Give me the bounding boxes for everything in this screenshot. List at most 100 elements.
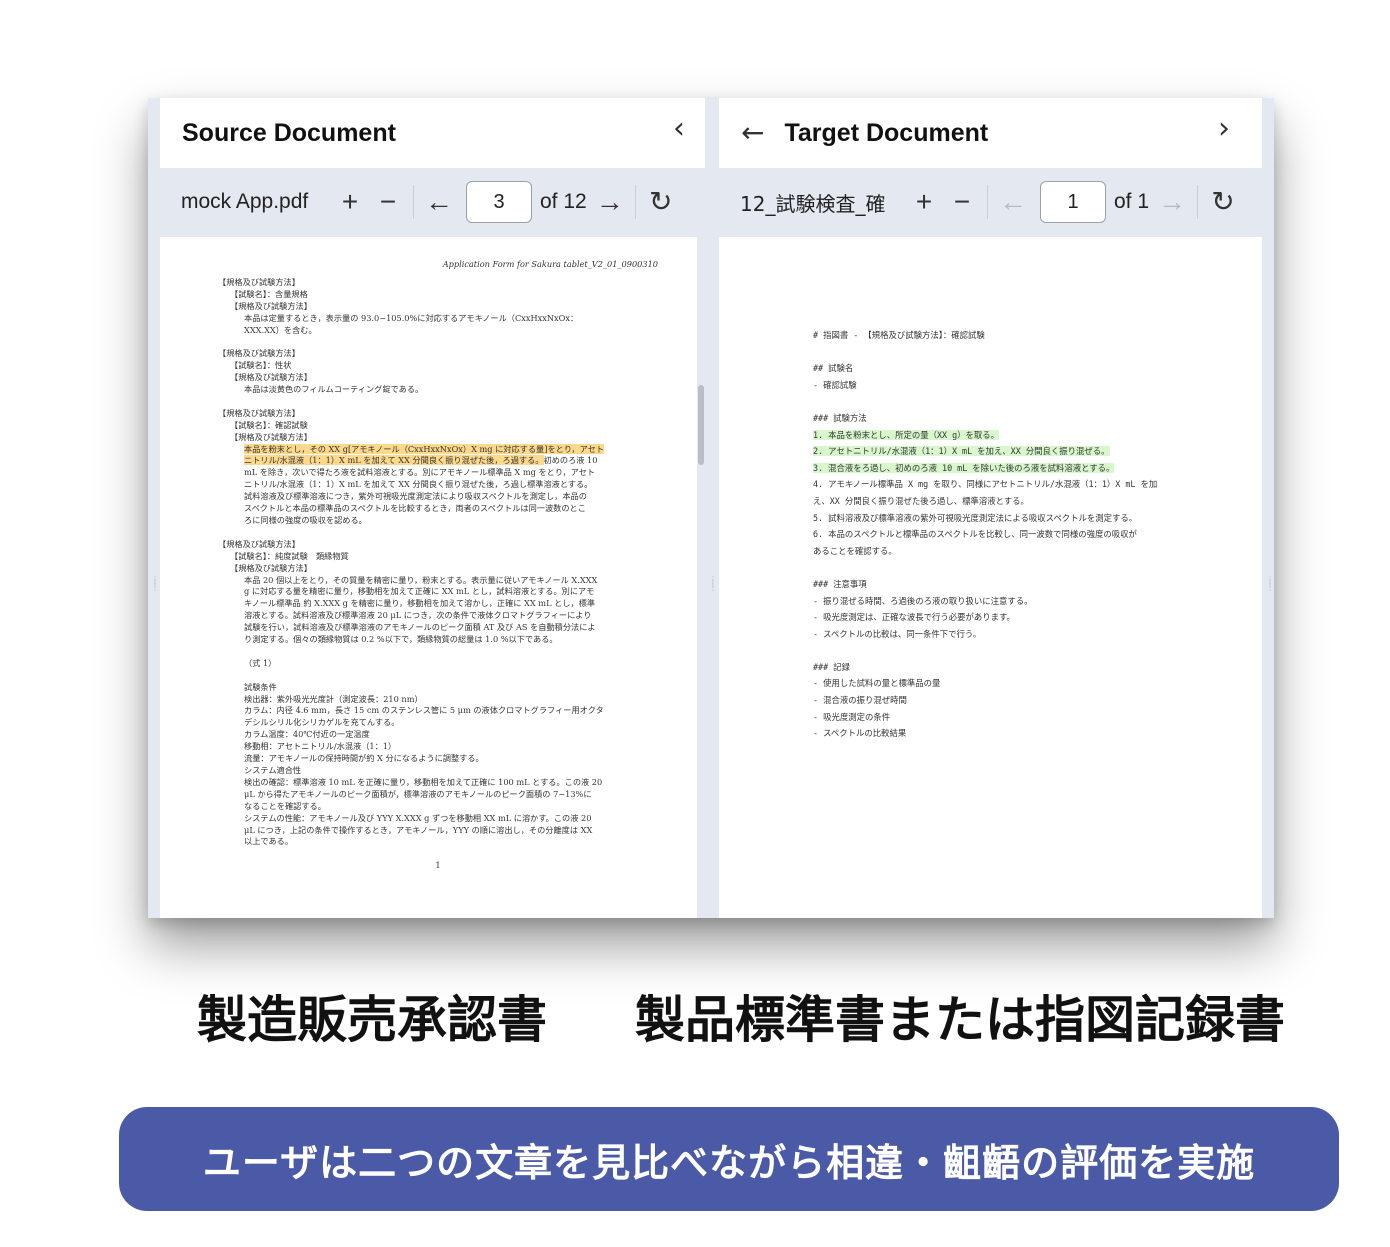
arrow-right-icon[interactable]: →	[591, 188, 629, 216]
document-line: 検出の確認：標準溶液 10 mL を正確に量り，移動相を加えて正確に 100 m…	[244, 776, 603, 787]
markdown-line: 2. アセトニトリル/水混液（1：1）X mL を加え、XX 分間良く振り混ぜる…	[813, 446, 1110, 457]
source-document-page: Application Form for Sakura tablet_V2_01…	[218, 259, 658, 872]
document-line: 【規格及び試験方法】	[230, 300, 312, 311]
markdown-line: ### 試験方法	[813, 412, 867, 423]
markdown-line: - 振り混ぜる時間、ろ過後のろ液の取り扱いに注意する。	[813, 595, 1033, 606]
plus-icon[interactable]: +	[905, 188, 943, 216]
markdown-line: 5. 試料溶液及び標準溶液の紫外可視吸光度測定法による吸収スペクトルを測定する。	[813, 512, 1138, 523]
toolbar-divider	[987, 185, 988, 219]
markdown-line: 6. 本品のスペクトルと標準品のスペクトルを比較し、同一波数で同様の強度の吸収が	[813, 529, 1137, 540]
document-line: り測定する。個々の類縁物質は 0.2 %以下で，類縁物質の総量は 1.0 %以下…	[244, 634, 558, 645]
target-page-count: of 1	[1114, 190, 1150, 213]
markdown-line	[813, 642, 1193, 659]
banner-text: ユーザは二つの文章を見比べながら相違・齟齬の評価を実施	[202, 1140, 1256, 1185]
document-line: 本品を粉末とし，その XX g[アモキノール（CxxHxxNxOx）X mg に…	[244, 443, 605, 454]
document-line: ろに同様の強度の吸収を認める。	[244, 515, 367, 525]
document-line: システムの性能：アモキノール及び YYY X.XXX g ずつを移動相 XX m…	[244, 812, 592, 823]
document-header: Application Form for Sakura tablet_V2_01…	[442, 259, 658, 269]
scrollbar[interactable]	[697, 237, 705, 918]
target-page-viewer[interactable]: # 指図書 - 【規格及び試験方法】：確認試験 ## 試験名 - 確認試験 ### 試…	[719, 237, 1262, 918]
refresh-icon[interactable]: ↻	[642, 188, 680, 216]
arrow-left-icon[interactable]: ←	[741, 119, 764, 147]
markdown-line: ### 注意事項	[813, 578, 867, 589]
resize-grip-icon[interactable]: ⋮ ⋮ ⋮	[1266, 576, 1274, 618]
toolbar-divider	[634, 185, 636, 219]
document-line: カラム温度：40℃付近の一定温度	[244, 729, 370, 740]
markdown-line	[813, 344, 1193, 361]
markdown-line: - スペクトルの比較は、同一条件下で行う。	[813, 628, 982, 639]
source-page-viewer[interactable]: Application Form for Sakura tablet_V2_01…	[160, 237, 705, 918]
target-page-input[interactable]: 1	[1040, 181, 1106, 223]
refresh-icon[interactable]: ↻	[1204, 188, 1242, 216]
resize-grip-icon[interactable]: ⋮ ⋮ ⋮	[151, 576, 159, 618]
arrow-right-icon[interactable]: →	[1153, 188, 1191, 216]
document-line: 【規格及び試験方法】	[218, 276, 300, 287]
document-line: デシルシリル化シリカゲルを充てんする。	[244, 717, 400, 728]
document-line: 本品は淡黄色のフィルムコーティング錠である。	[244, 384, 424, 395]
summary-banner: ユーザは二つの文章を見比べながら相違・齟齬の評価を実施	[119, 1107, 1339, 1211]
document-line: 【規格及び試験方法】	[218, 348, 300, 359]
source-caption: 製造販売承認書	[197, 991, 547, 1049]
document-line: μL につき，上記の条件で操作するとき，アモキノール，YYY の順に溶出し，その…	[244, 824, 593, 835]
markdown-line: あることを確認する。	[813, 545, 897, 556]
chevron-right-icon[interactable]: ›	[1218, 114, 1230, 144]
markdown-line: # 指図書 - 【規格及び試験方法】：確認試験	[813, 330, 985, 340]
document-line: 以上である。	[244, 836, 294, 847]
document-line: 【規格及び試験方法】	[230, 431, 312, 442]
document-line: 【規格及び試験方法】	[218, 538, 300, 549]
document-line: 試料溶液及び標準溶液につき，紫外可視吸光度測定法により吸収スペクトルを測定し，本…	[244, 491, 587, 502]
minus-icon[interactable]: −	[943, 188, 981, 216]
document-line: 【試験名】：確認試験	[230, 419, 308, 430]
source-toolbar: mock App.pdf + − ← 3 of 12 → ↻	[160, 168, 705, 236]
document-line: 溶液とする。試料溶液及び標準溶液 20 μL につき，次の条件で液体クロマトグラ…	[244, 610, 592, 621]
source-panel-title: Source Document	[182, 118, 396, 147]
target-file-name: 12_試験検査_確	[740, 191, 886, 216]
document-line: システム適合性	[244, 764, 302, 775]
markdown-line: ## 試験名	[813, 363, 854, 374]
document-compare-window: Source Document ‹ mock App.pdf + − ← 3 o…	[148, 98, 1274, 918]
document-line: ニトリル/水混液（1：1）X mL を加えて XX 分間良く振り混ぜた後，ろ過し…	[244, 479, 593, 490]
markdown-line	[813, 559, 1193, 576]
scrollbar-thumb[interactable]	[698, 385, 704, 465]
markdown-line: - 混合液の振り混ぜ時間	[813, 695, 907, 706]
page-number: 1	[435, 860, 441, 871]
markdown-line: 3. 混合液をろ過し、初めのろ液 10 mL を除いた後のろ液を試料溶液とする。	[813, 462, 1115, 473]
chevron-left-icon[interactable]: ‹	[673, 114, 685, 144]
document-line: 【試験名】：性状	[230, 360, 292, 371]
document-line: 【試験名】：純度試験 類縁物質	[230, 550, 349, 561]
document-line: 移動相：アセトニトリル/水混液（1：1）	[244, 741, 397, 752]
document-line: キノール標準品 約 X.XXX g を精密に量り，移動相を加えて溶かし，正確に …	[244, 598, 596, 609]
document-line: 本品は定量するとき，表示量の 93.0~105.0%に対応するアモキノール（Cx…	[244, 312, 579, 323]
document-line: 試験を行い，試料溶液及び標準溶液のアモキノールのピーク面積 AT 及び AS を…	[244, 622, 596, 633]
source-page-input[interactable]: 3	[466, 181, 532, 223]
arrow-left-icon[interactable]: ←	[420, 188, 458, 216]
document-line: 検出器：紫外吸光光度計（測定波長：210 nm）	[244, 693, 423, 704]
target-caption: 製品標準書または指図記録書	[635, 991, 1285, 1049]
target-toolbar: 12_試験検査_確 + − ← 1 of 1 → ↻	[719, 168, 1262, 236]
markdown-line: - 吸光度測定は、正確な波長で行う必要があります。	[813, 612, 1015, 623]
plus-icon[interactable]: +	[331, 188, 369, 216]
target-panel-header: ← Target Document ›	[719, 98, 1262, 168]
markdown-line: - 使用した試料の量と標準品の量	[813, 678, 941, 689]
target-document-page: # 指図書 - 【規格及び試験方法】：確認試験 ## 試験名 - 確認試験 ### 試…	[813, 327, 1193, 742]
document-line: （式 1）	[244, 657, 277, 668]
document-line: 【規格及び試験方法】	[230, 562, 312, 573]
minus-icon[interactable]: −	[369, 188, 407, 216]
source-panel-header: Source Document ‹	[160, 98, 705, 168]
arrow-left-icon[interactable]: ←	[994, 188, 1032, 216]
resize-grip-icon[interactable]: ⋮ ⋮ ⋮	[709, 576, 717, 618]
document-line: 試験条件	[244, 681, 277, 692]
document-line: なることを確認する。	[244, 800, 326, 811]
source-file-name: mock App.pdf	[181, 190, 309, 213]
document-body: 【規格及び試験方法】 【試験名】：含量規格 【規格及び試験方法】 本品は定量するとき，…	[218, 277, 658, 848]
document-line: 【試験名】：含量規格	[230, 288, 308, 299]
markdown-line: ### 記録	[813, 661, 850, 672]
document-line: 【規格及び試験方法】	[218, 407, 300, 418]
document-line: XXX.XX）を含む。	[244, 324, 317, 335]
document-line: 流量：アモキノールの保持時間が約 X 分になるように調整する。	[244, 753, 484, 764]
markdown-line: 4. アモキノール標準品 X mg を取り、同様にアセトニトリル/水混液（1：1…	[813, 479, 1158, 490]
